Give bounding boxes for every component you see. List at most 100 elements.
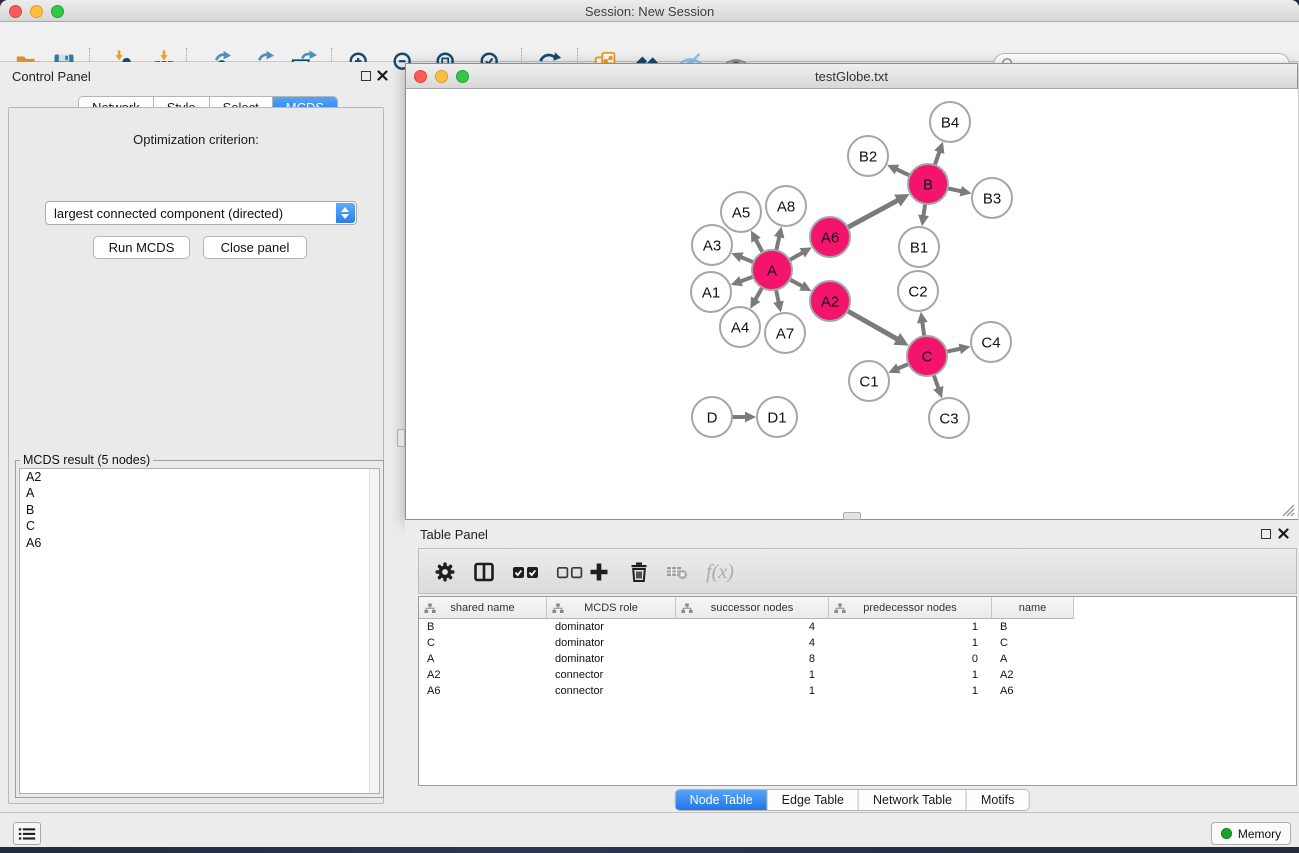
- mcds-result-item[interactable]: B: [20, 502, 379, 518]
- cell-mcds-role[interactable]: dominator: [547, 619, 676, 635]
- vertical-splitter-handle[interactable]: [397, 429, 405, 447]
- graph-node-label: A5: [732, 204, 750, 221]
- cell-successor-nodes[interactable]: 4: [676, 635, 829, 651]
- horizontal-splitter-handle[interactable]: [843, 512, 861, 520]
- cell-successor-nodes[interactable]: 8: [676, 651, 829, 667]
- mcds-result-item[interactable]: A2: [20, 469, 379, 485]
- graph-edge-C-C1[interactable]: [897, 364, 908, 369]
- create-column-plus-icon[interactable]: [587, 560, 611, 584]
- cell-shared-name[interactable]: C: [419, 635, 547, 651]
- cell-shared-name[interactable]: A: [419, 651, 547, 667]
- list-scrollbar[interactable]: [369, 469, 379, 793]
- select-stepper-icon[interactable]: [336, 203, 355, 223]
- status-bar: Memory: [0, 812, 1299, 847]
- cell-predecessor-nodes[interactable]: 1: [829, 683, 992, 699]
- column-header-predecessor-nodes[interactable]: predecessor nodes: [829, 597, 992, 619]
- network-window-titlebar[interactable]: testGlobe.txt: [406, 64, 1297, 89]
- deselect-all-columns-icon[interactable]: [555, 560, 585, 584]
- float-panel-icon[interactable]: [361, 71, 371, 81]
- graph-edge-A-A5[interactable]: [756, 239, 763, 252]
- float-table-panel-icon[interactable]: [1261, 529, 1271, 539]
- graph-edge-B-B1[interactable]: [923, 204, 925, 217]
- cell-mcds-role[interactable]: dominator: [547, 635, 676, 651]
- app-titlebar[interactable]: Session: New Session: [0, 0, 1299, 22]
- run-mcds-button[interactable]: Run MCDS: [93, 236, 190, 259]
- resize-grip-icon[interactable]: [1281, 503, 1295, 517]
- cell-successor-nodes[interactable]: 1: [676, 683, 829, 699]
- column-header-shared-name[interactable]: shared name: [419, 597, 547, 619]
- cell-mcds-role[interactable]: dominator: [547, 651, 676, 667]
- graph-edge-A-A6[interactable]: [789, 252, 803, 260]
- graph-node-label: A7: [776, 325, 794, 342]
- graph-edge-A-A4[interactable]: [755, 287, 762, 300]
- close-panel-button[interactable]: Close panel: [203, 236, 307, 259]
- task-history-button[interactable]: [13, 822, 41, 845]
- graph-edge-B-B3[interactable]: [948, 188, 962, 191]
- cell-name[interactable]: A6: [992, 683, 1074, 699]
- cell-name[interactable]: C: [992, 635, 1074, 651]
- network-graph-canvas[interactable]: AA1A2A3A4A5A6A7A8BB1B2B3B4CC1C2C3C4DD1: [407, 89, 1298, 519]
- graph-edge-B-B2[interactable]: [896, 169, 910, 175]
- graph-edge-A-A2[interactable]: [790, 279, 803, 286]
- node-table: shared name MCDS role successor nodes pr…: [418, 596, 1297, 786]
- cell-predecessor-nodes[interactable]: 1: [829, 667, 992, 683]
- cell-shared-name[interactable]: A6: [419, 683, 547, 699]
- optimization-select[interactable]: largest connected component (directed): [45, 201, 357, 225]
- tab-node-table[interactable]: Node Table: [676, 790, 768, 810]
- graph-edge-C-C3[interactable]: [934, 375, 939, 389]
- cell-name[interactable]: B: [992, 619, 1074, 635]
- close-table-panel-icon[interactable]: [1278, 528, 1289, 539]
- graph-node-label: C1: [859, 373, 878, 390]
- optimization-select-value: largest connected component (directed): [54, 206, 283, 221]
- table-settings-gear-icon[interactable]: [433, 560, 457, 584]
- function-builder-icon[interactable]: f(x): [702, 560, 738, 584]
- tab-network-table[interactable]: Network Table: [859, 790, 967, 810]
- close-panel-icon[interactable]: [377, 70, 388, 81]
- mcds-result-item[interactable]: A6: [20, 535, 379, 551]
- graph-edge-A-A8[interactable]: [776, 236, 779, 250]
- table-row[interactable]: C dominator 4 1 C: [419, 635, 1296, 651]
- table-row[interactable]: A2 connector 1 1 A2: [419, 667, 1296, 683]
- memory-status-icon: [1221, 828, 1232, 839]
- column-label: successor nodes: [711, 602, 794, 614]
- delete-table-icon[interactable]: [665, 560, 689, 584]
- graph-edge-C-C2[interactable]: [922, 322, 924, 336]
- cell-mcds-role[interactable]: connector: [547, 683, 676, 699]
- cell-successor-nodes[interactable]: 4: [676, 619, 829, 635]
- cell-predecessor-nodes[interactable]: 1: [829, 635, 992, 651]
- cell-shared-name[interactable]: B: [419, 619, 547, 635]
- graph-edge-A2-C[interactable]: [847, 311, 897, 339]
- graph-edge-A-A1[interactable]: [740, 277, 753, 282]
- graph-edge-B-B4[interactable]: [935, 151, 940, 165]
- mcds-result-item[interactable]: A: [20, 485, 379, 501]
- select-all-columns-icon[interactable]: [511, 560, 541, 584]
- cell-shared-name[interactable]: A2: [419, 667, 547, 683]
- cell-mcds-role[interactable]: connector: [547, 667, 676, 683]
- delete-column-trash-icon[interactable]: [627, 560, 651, 584]
- tab-motifs[interactable]: Motifs: [967, 790, 1028, 810]
- mcds-result-list[interactable]: A2 A B C A6: [19, 468, 380, 794]
- cell-predecessor-nodes[interactable]: 0: [829, 651, 992, 667]
- graph-edge-A6-B[interactable]: [848, 200, 899, 227]
- table-header-row: shared name MCDS role successor nodes pr…: [419, 597, 1296, 619]
- table-row[interactable]: A dominator 8 0 A: [419, 651, 1296, 667]
- cell-name[interactable]: A: [992, 651, 1074, 667]
- cell-predecessor-nodes[interactable]: 1: [829, 619, 992, 635]
- column-header-mcds-role[interactable]: MCDS role: [547, 597, 676, 619]
- control-panel-header: Control Panel: [0, 62, 392, 88]
- tab-edge-table[interactable]: Edge Table: [768, 790, 859, 810]
- graph-edge-A-A3[interactable]: [741, 257, 754, 262]
- table-row[interactable]: A6 connector 1 1 A6: [419, 683, 1296, 699]
- memory-button[interactable]: Memory: [1211, 822, 1291, 845]
- column-header-successor-nodes[interactable]: successor nodes: [676, 597, 829, 619]
- show-column-panel-icon[interactable]: [472, 560, 496, 584]
- mcds-result-item[interactable]: C: [20, 518, 379, 534]
- graph-edge-A-A7[interactable]: [776, 290, 779, 303]
- graph-node-label: C2: [908, 283, 927, 300]
- graph-edge-C-C4[interactable]: [947, 349, 961, 352]
- cell-name[interactable]: A2: [992, 667, 1074, 683]
- table-row[interactable]: B dominator 4 1 B: [419, 619, 1296, 635]
- cell-successor-nodes[interactable]: 1: [676, 667, 829, 683]
- column-header-name[interactable]: name: [992, 597, 1074, 619]
- graph-node-label: A: [767, 262, 777, 279]
